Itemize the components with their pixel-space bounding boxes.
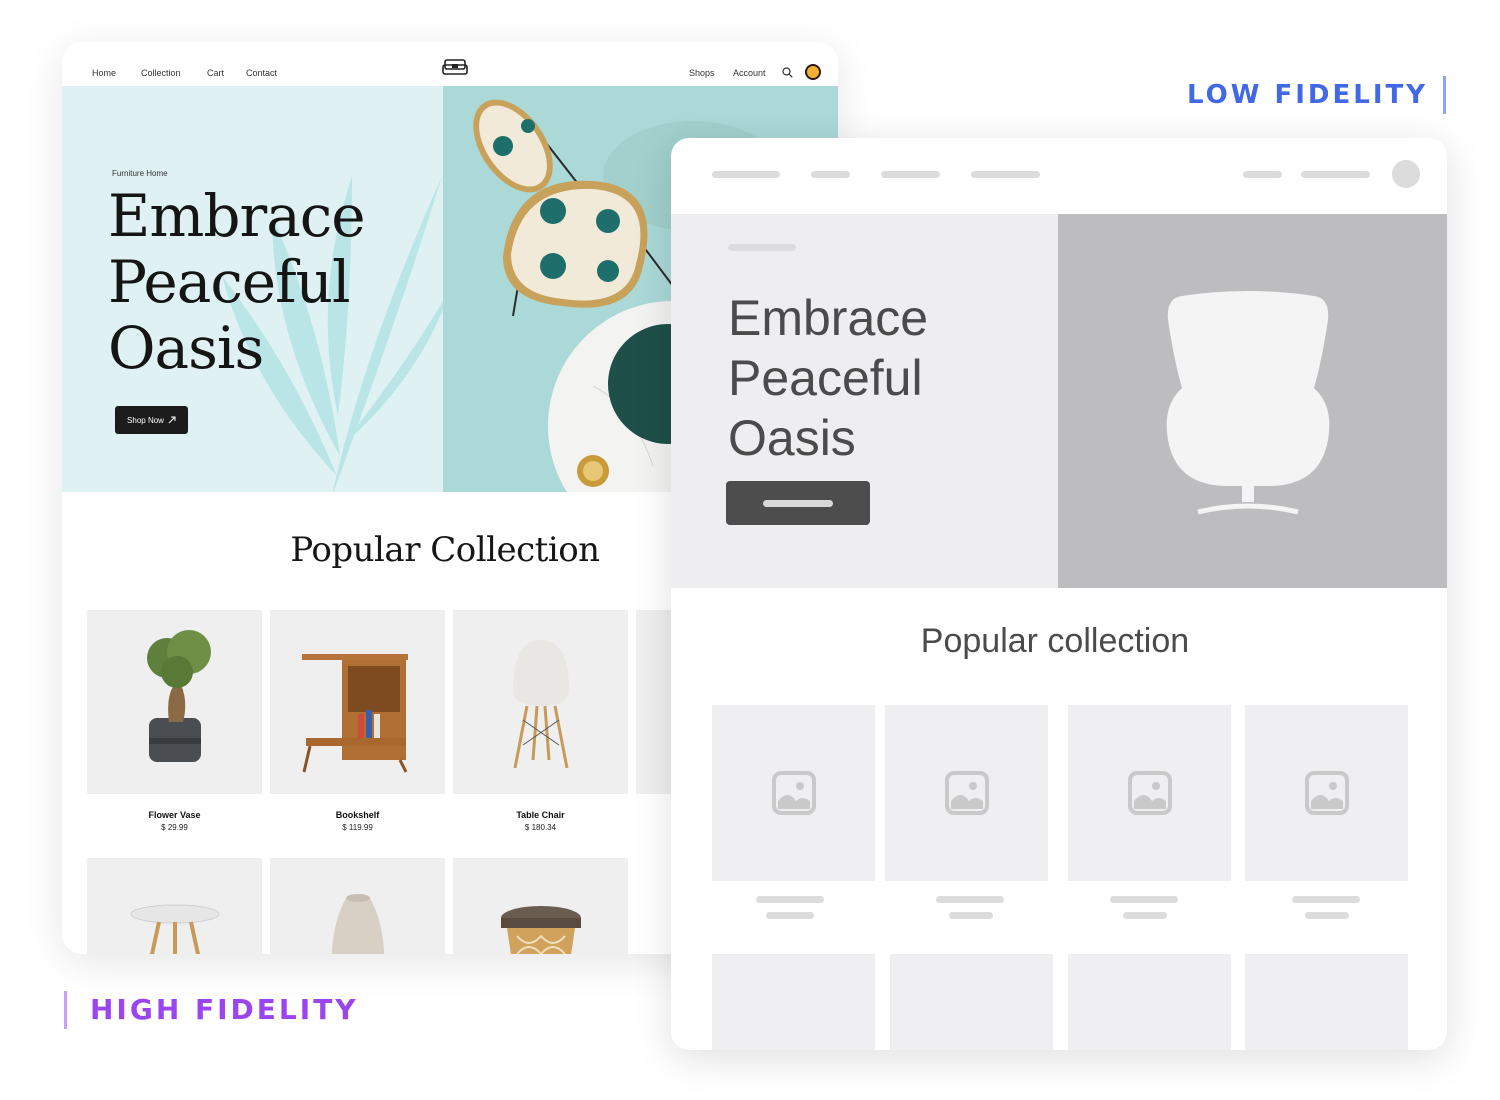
product-image bbox=[453, 610, 628, 794]
lf-product-placeholder[interactable] bbox=[1068, 705, 1231, 881]
egg-chair-icon bbox=[1166, 291, 1330, 515]
product-image bbox=[87, 858, 262, 954]
lf-product-price-placeholder bbox=[1305, 912, 1349, 919]
lf-nav-placeholder[interactable] bbox=[881, 171, 940, 178]
lf-product-placeholder[interactable] bbox=[712, 705, 875, 881]
stool-image bbox=[501, 906, 581, 954]
lf-product-placeholder[interactable] bbox=[1245, 705, 1408, 881]
avatar[interactable] bbox=[805, 64, 821, 80]
image-placeholder-icon bbox=[944, 771, 989, 815]
lf-product-price-placeholder bbox=[949, 912, 993, 919]
product-price: $ 180.34 bbox=[524, 823, 557, 832]
lf-product-name-placeholder bbox=[756, 896, 824, 903]
product-card[interactable]: Bookshelf $ 119.99 bbox=[270, 610, 445, 832]
product-card[interactable] bbox=[270, 858, 445, 954]
lf-label-bar bbox=[1443, 76, 1446, 114]
hf-hero-text-panel: Furniture Home Embrace Peaceful Oasis Sh… bbox=[62, 86, 443, 492]
table-chair-image bbox=[513, 640, 569, 769]
arrow-up-right-icon bbox=[168, 416, 176, 424]
hf-nav-collection[interactable]: Collection bbox=[141, 68, 181, 78]
low-fidelity-wireframe: Embrace Peaceful Oasis Popular collectio… bbox=[671, 138, 1447, 1050]
hf-nav-home[interactable]: Home bbox=[92, 68, 116, 78]
product-price: $ 119.99 bbox=[342, 823, 373, 832]
product-card[interactable] bbox=[87, 858, 262, 954]
product-image bbox=[87, 610, 262, 794]
lf-nav-placeholder[interactable] bbox=[1243, 171, 1282, 178]
low-fidelity-label: LOW FIDELITY bbox=[1187, 80, 1429, 110]
lf-product-price-placeholder bbox=[1123, 912, 1167, 919]
lf-product-placeholder[interactable] bbox=[890, 954, 1053, 1050]
lf-section-title: Popular collection bbox=[920, 622, 1190, 660]
lf-product-name-placeholder bbox=[1292, 896, 1360, 903]
search-icon[interactable] bbox=[782, 67, 793, 78]
product-name: Table Chair bbox=[516, 810, 565, 820]
lf-product-name-placeholder bbox=[1110, 896, 1178, 903]
lf-hero-image bbox=[1058, 214, 1447, 588]
lf-avatar-placeholder[interactable] bbox=[1392, 160, 1420, 188]
lf-product-placeholder[interactable] bbox=[1068, 954, 1231, 1050]
side-table-image bbox=[130, 904, 220, 954]
image-placeholder-icon bbox=[771, 771, 816, 815]
ceramic-vase-image bbox=[331, 894, 385, 954]
hf-label-bar bbox=[64, 991, 67, 1029]
hf-nav-account[interactable]: Account bbox=[733, 68, 766, 78]
bookshelf-image bbox=[302, 654, 408, 773]
lf-product-placeholder[interactable] bbox=[885, 705, 1048, 881]
product-card[interactable] bbox=[453, 858, 628, 954]
hf-hero-eyebrow: Furniture Home bbox=[112, 169, 168, 178]
lf-button-placeholder[interactable] bbox=[726, 481, 870, 525]
comparison-canvas: Home Collection Cart Contact Shops Accou… bbox=[0, 0, 1500, 1100]
lf-nav-placeholder[interactable] bbox=[971, 171, 1040, 178]
image-placeholder-icon bbox=[1304, 771, 1349, 815]
high-fidelity-label: HIGH FIDELITY bbox=[90, 993, 359, 1026]
product-price: $ 29.99 bbox=[161, 823, 188, 832]
hf-shop-now-button[interactable]: Shop Now bbox=[115, 406, 188, 434]
bonsai-vase-image bbox=[147, 630, 211, 762]
lf-nav-placeholder[interactable] bbox=[712, 171, 780, 178]
product-image bbox=[270, 858, 445, 954]
lf-product-placeholder[interactable] bbox=[1245, 954, 1408, 1050]
hf-nav-cart[interactable]: Cart bbox=[207, 68, 224, 78]
lf-hero-title: Embrace Peaceful Oasis bbox=[728, 290, 929, 466]
lf-button-label-placeholder bbox=[763, 500, 833, 507]
lf-eyebrow-placeholder bbox=[728, 244, 796, 251]
lf-nav-placeholder[interactable] bbox=[811, 171, 850, 178]
sofa-icon[interactable] bbox=[442, 58, 468, 76]
hf-nav-contact[interactable]: Contact bbox=[246, 68, 277, 78]
product-image bbox=[453, 858, 628, 954]
hf-navbar: Home Collection Cart Contact Shops Accou… bbox=[62, 42, 838, 86]
image-placeholder-icon bbox=[1127, 771, 1172, 815]
hf-hero-title: Embrace Peaceful Oasis bbox=[108, 182, 366, 382]
lf-product-placeholder[interactable] bbox=[712, 954, 875, 1050]
lf-product-price-placeholder bbox=[766, 912, 814, 919]
product-name: Flower Vase bbox=[148, 810, 201, 820]
product-image bbox=[270, 610, 445, 794]
product-card[interactable]: Flower Vase $ 29.99 bbox=[87, 610, 262, 832]
product-name: Bookshelf bbox=[335, 810, 380, 820]
lf-product-name-placeholder bbox=[936, 896, 1004, 903]
product-card[interactable]: Table Chair $ 180.34 bbox=[453, 610, 628, 832]
lf-nav-placeholder[interactable] bbox=[1301, 171, 1370, 178]
hf-nav-shops[interactable]: Shops bbox=[689, 68, 715, 78]
